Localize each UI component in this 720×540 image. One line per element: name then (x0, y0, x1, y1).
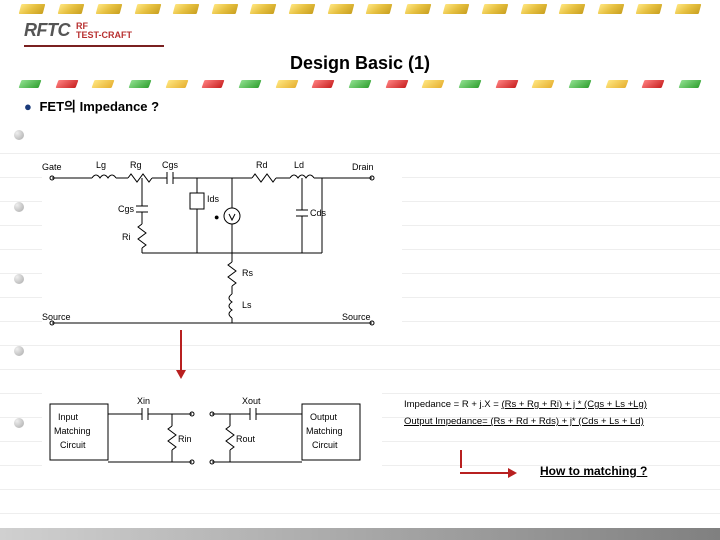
section-heading: ● FET의 Impedance ? (24, 96, 720, 115)
impedance-equations: Impedance = R + j.X = (Rs + Rg + Ri) + j… (404, 396, 647, 430)
arrow-right-icon (460, 450, 517, 478)
bottom-bar (0, 528, 720, 540)
label-ri: Ri (122, 232, 131, 242)
left-margin-dots (14, 130, 24, 490)
label-ids: Ids (207, 194, 220, 204)
bullet-icon: ● (24, 99, 32, 114)
label-rd: Rd (256, 160, 268, 170)
logo: RFTC RFTEST-CRAFT (0, 18, 720, 45)
how-to-matching: How to matching ? (540, 464, 647, 478)
logo-main: RFTC (24, 20, 70, 41)
label-rs: Rs (242, 268, 253, 278)
svg-text:Matching: Matching (54, 426, 91, 436)
label-xout: Xout (242, 396, 261, 406)
label-ld: Ld (294, 160, 304, 170)
label-source-l: Source (42, 312, 71, 322)
label-cgs-left: Cgs (118, 204, 135, 214)
label-lg: Lg (96, 160, 106, 170)
svg-text:Circuit: Circuit (312, 440, 338, 450)
label-rout: Rout (236, 434, 256, 444)
label-cds: Cds (310, 208, 327, 218)
fet-equivalent-circuit: Gate Lg Rg Cgs Rd Ld Drain Ids Cgs Ri ● … (42, 158, 402, 328)
logo-underline (24, 45, 164, 47)
svg-text:Input: Input (58, 412, 79, 422)
page-title: Design Basic (1) (0, 53, 720, 74)
matching-circuit: Input Matching Circuit Xin Rin Xout Rout… (42, 384, 382, 484)
arrow-down-icon (180, 330, 186, 379)
svg-text:Circuit: Circuit (60, 440, 86, 450)
eq-input-impedance: Impedance = R + j.X = (Rs + Rg + Ri) + j… (404, 396, 647, 413)
svg-text:Matching: Matching (306, 426, 343, 436)
gm-marker: ● (214, 212, 219, 222)
color-bar-row (0, 78, 720, 92)
gold-bar-row-top (0, 0, 720, 18)
svg-text:Output: Output (310, 412, 338, 422)
label-drain: Drain (352, 162, 374, 172)
eq-output-impedance: Output Impedance= (Rs + Rd + Rds) + j* (… (404, 413, 647, 430)
section-heading-text: FET의 Impedance ? (39, 99, 159, 114)
label-ls: Ls (242, 300, 252, 310)
label-cgs-top: Cgs (162, 160, 179, 170)
label-gate: Gate (42, 162, 62, 172)
label-rin: Rin (178, 434, 192, 444)
label-xin: Xin (137, 396, 150, 406)
logo-sub: RFTEST-CRAFT (76, 22, 132, 40)
label-rg: Rg (130, 160, 142, 170)
label-source-r: Source (342, 312, 371, 322)
